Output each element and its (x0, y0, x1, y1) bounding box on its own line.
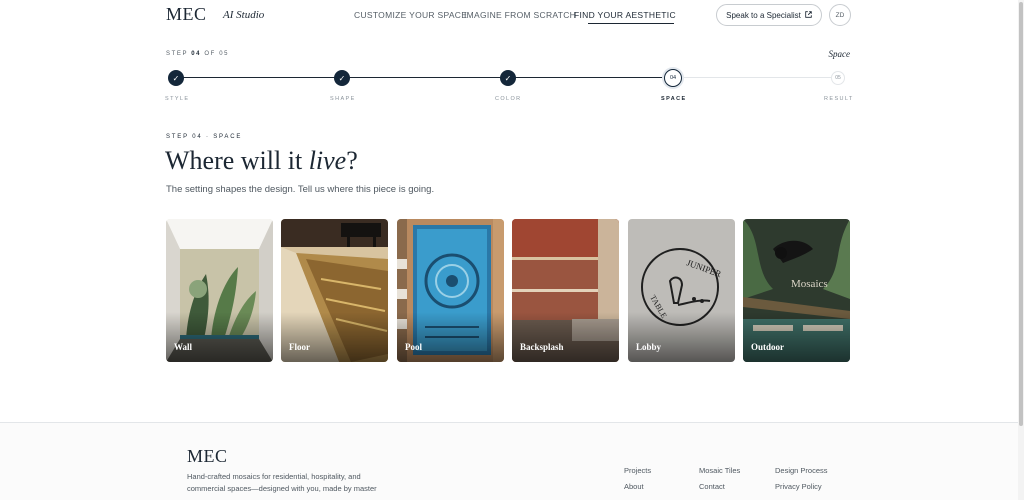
site-footer: MEC Hand-crafted mosaics for residential… (0, 423, 1018, 500)
space-card-outdoor[interactable]: Mosaics Outdoor (743, 219, 850, 362)
page-scrollbar-thumb[interactable] (1019, 2, 1023, 426)
card-label-floor: Floor (289, 342, 310, 352)
progress-track-complete (176, 77, 673, 78)
footer-tagline: Hand-crafted mosaics for residential, ho… (187, 472, 377, 493)
step-style-check-icon[interactable]: ✓ (168, 70, 184, 86)
nav-imagine-from-scratch[interactable]: IMAGINE FROM SCRATCH (464, 10, 576, 20)
step-total: OF 05 (204, 51, 230, 57)
current-step-name: Space (828, 49, 851, 59)
footer-link-about[interactable]: About (624, 482, 644, 491)
footer-logo[interactable]: MEC (187, 446, 228, 467)
nav-find-your-aesthetic[interactable]: FIND YOUR AESTHETIC (574, 10, 676, 24)
step-label-space: SPACE (661, 96, 687, 102)
speak-to-specialist-button[interactable]: Speak to a Specialist (716, 4, 822, 26)
step-label-color: COLOR (495, 96, 522, 102)
space-card-backsplash[interactable]: Backsplash (512, 219, 619, 362)
step-current-number: 04 (191, 51, 202, 57)
progress-track-remaining (681, 77, 838, 78)
specialist-label: Speak to a Specialist (726, 10, 801, 20)
step-space-current: 04 (664, 69, 682, 87)
top-header: MEC AI Studio CUSTOMIZE YOUR SPACE IMAGI… (0, 0, 1018, 32)
title-end: ? (346, 146, 358, 175)
nav-customize-your-space[interactable]: CUSTOMIZE YOUR SPACE (354, 10, 467, 20)
space-card-wall[interactable]: Wall (166, 219, 273, 362)
card-label-backsplash: Backsplash (520, 342, 564, 352)
footer-link-contact[interactable]: Contact (699, 482, 725, 491)
footer-link-privacy-policy[interactable]: Privacy Policy (775, 482, 822, 491)
step-result-future: 05 (831, 71, 845, 85)
external-link-icon (805, 10, 812, 20)
page-title: Where will it live? (165, 146, 358, 176)
card-label-outdoor: Outdoor (751, 342, 785, 352)
step-label-style: STYLE (165, 96, 190, 102)
step-counter: STEP 04 OF 05 (166, 51, 229, 57)
space-card-lobby[interactable]: JUNIPER TABLE Lobby (628, 219, 735, 362)
card-shade (628, 312, 735, 362)
space-card-floor[interactable]: Floor (281, 219, 388, 362)
footer-link-design-process[interactable]: Design Process (775, 466, 828, 475)
brand-subtitle: AI Studio (223, 9, 265, 21)
card-shade (397, 312, 504, 362)
page-description: The setting shapes the design. Tell us w… (166, 184, 435, 195)
brand-logo[interactable]: MEC (166, 4, 207, 25)
footer-link-projects[interactable]: Projects (624, 466, 651, 475)
title-start: Where will it (165, 146, 309, 175)
outdoor-sign-text: Mosaics (791, 278, 828, 290)
step-eyebrow: STEP 04 · SPACE (166, 134, 243, 140)
space-card-pool[interactable]: Pool (397, 219, 504, 362)
step-label-result: RESULT (824, 96, 854, 102)
card-shade (166, 312, 273, 362)
step-shape-check-icon[interactable]: ✓ (334, 70, 350, 86)
step-prefix: STEP (166, 51, 188, 57)
card-label-pool: Pool (405, 342, 422, 352)
card-shade (512, 312, 619, 362)
footer-link-mosaic-tiles[interactable]: Mosaic Tiles (699, 466, 740, 475)
card-label-wall: Wall (174, 342, 193, 352)
step-label-shape: SHAPE (330, 96, 356, 102)
user-avatar[interactable]: ZD (829, 4, 851, 26)
step-color-check-icon[interactable]: ✓ (500, 70, 516, 86)
title-emphasis: live (308, 146, 347, 175)
card-shade (281, 312, 388, 362)
card-label-lobby: Lobby (636, 342, 662, 352)
card-shade (743, 312, 850, 362)
